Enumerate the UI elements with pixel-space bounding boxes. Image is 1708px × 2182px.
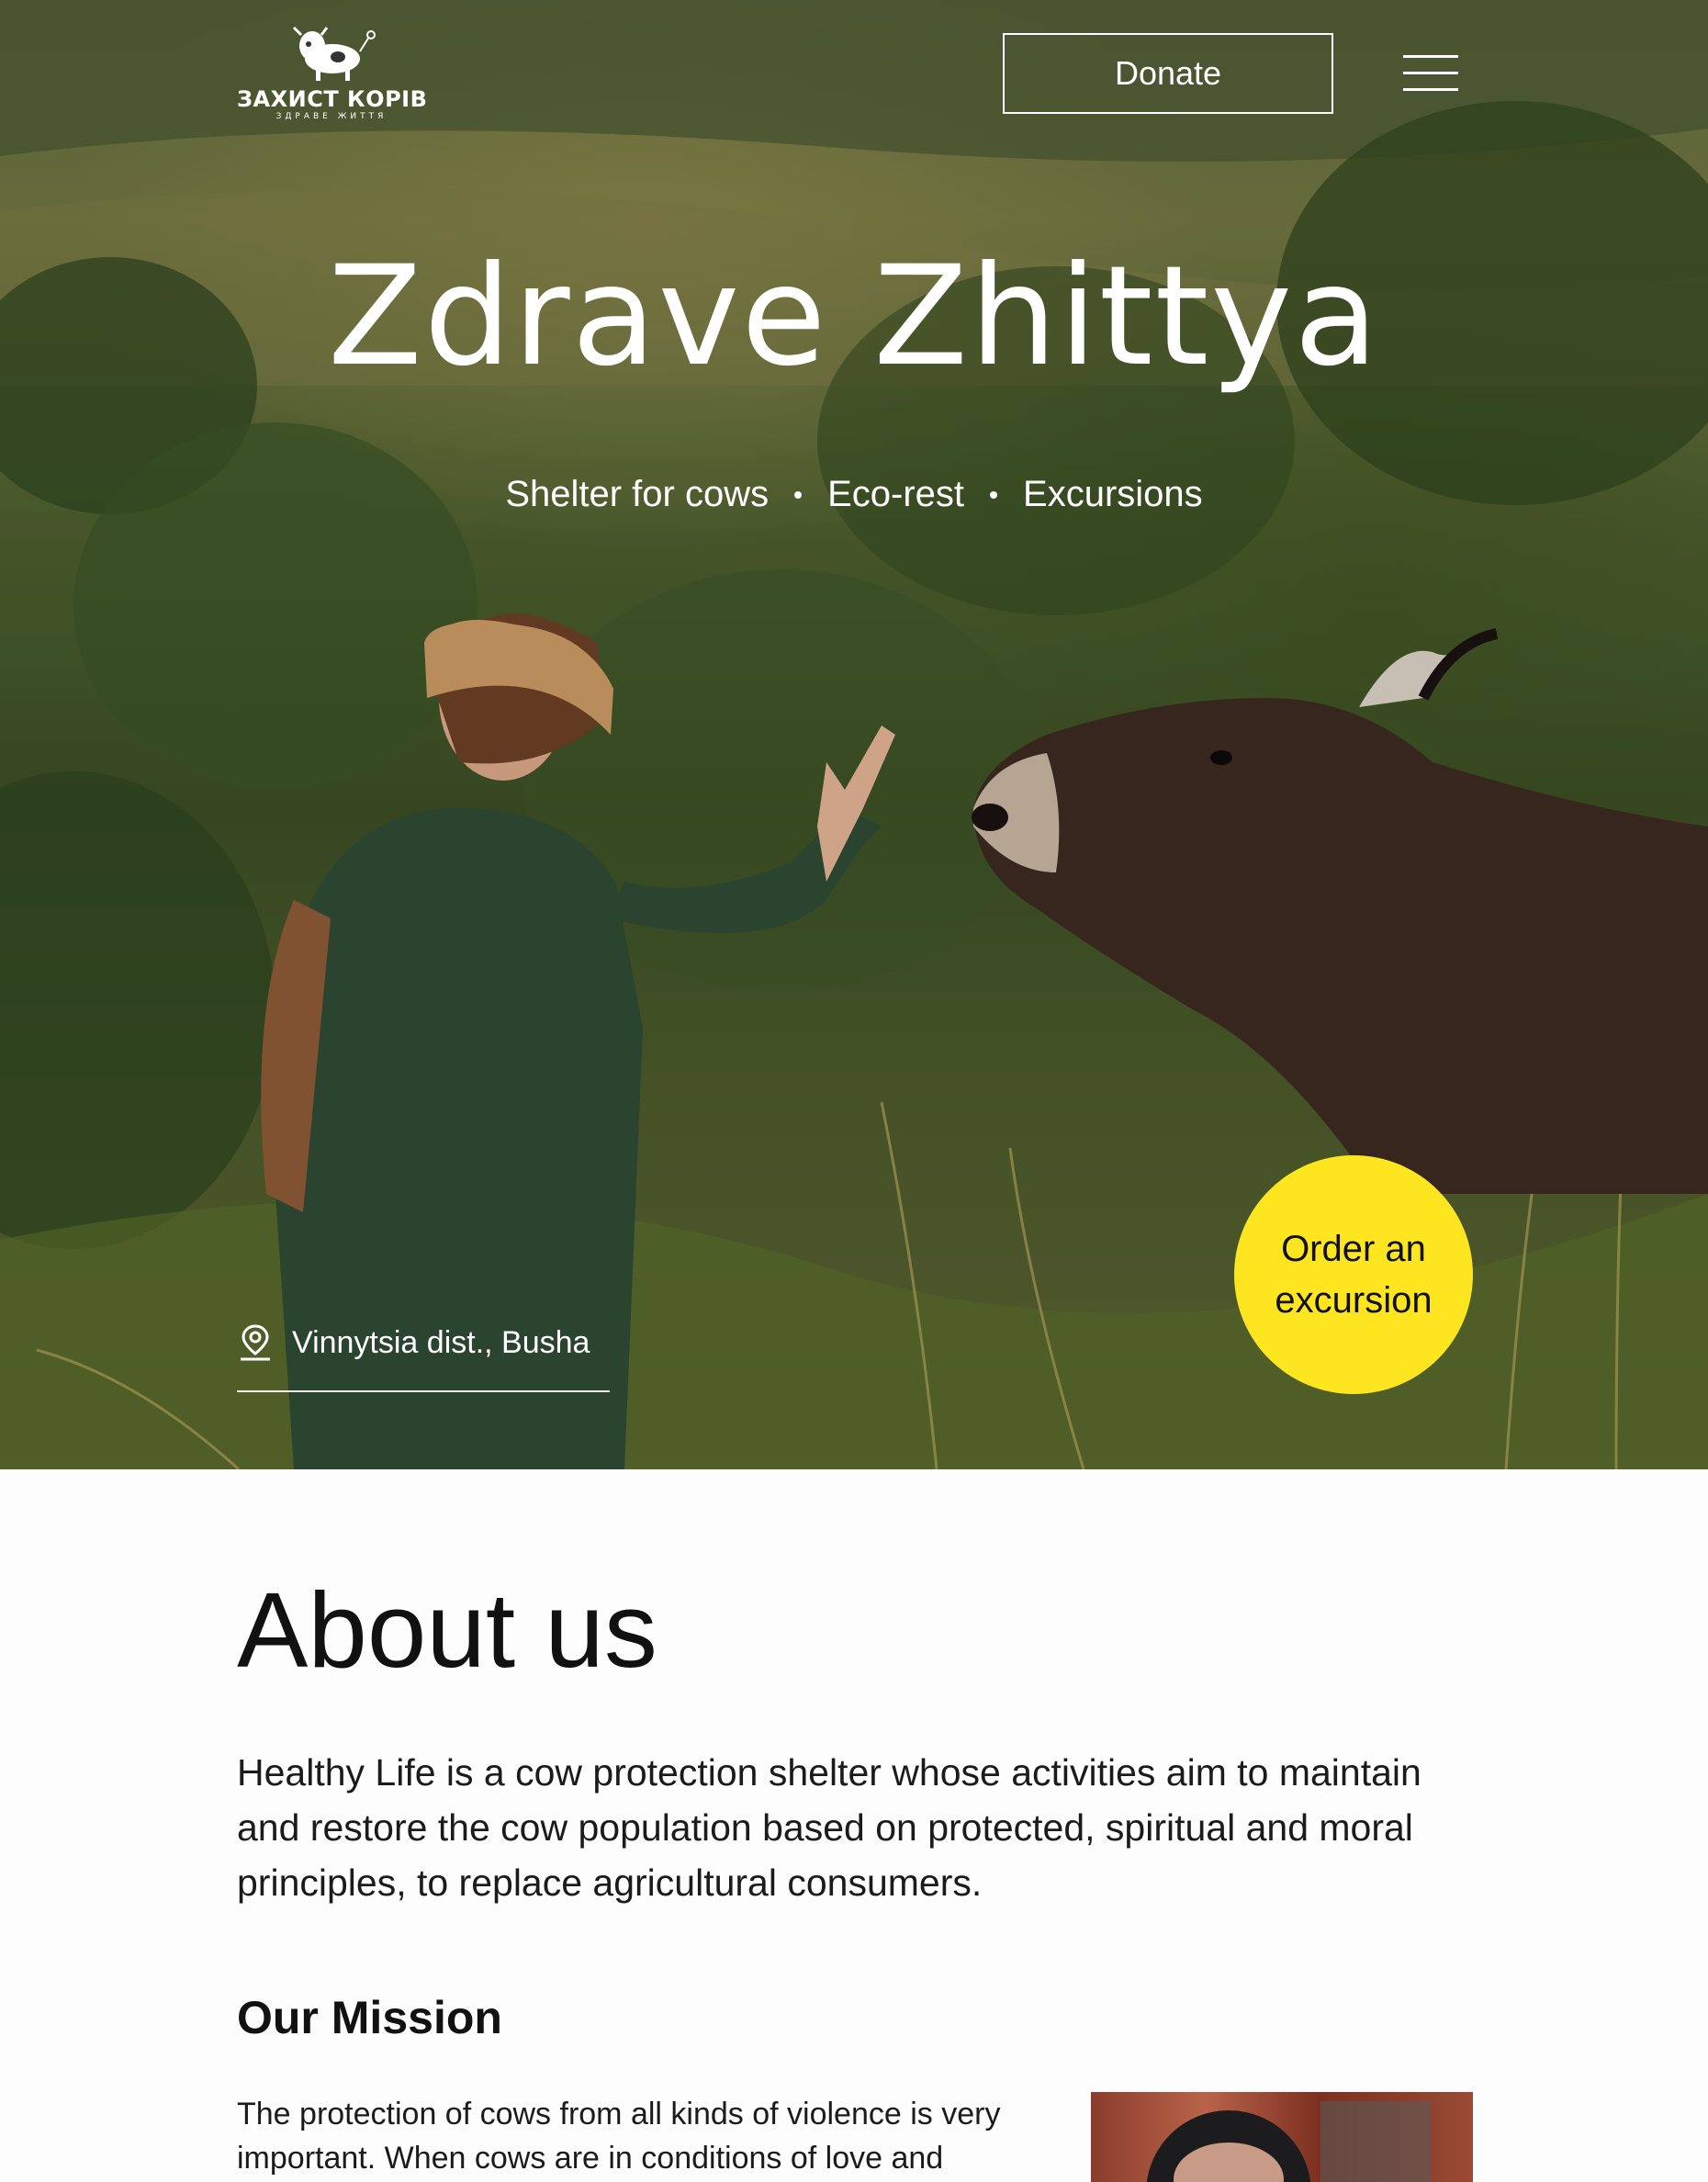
location-text: Vinnytsia dist., Busha	[292, 1325, 590, 1360]
about-text: Healthy Life is a cow protection shelter…	[237, 1751, 1421, 1904]
tagline-item-shelter: Shelter for cows	[505, 474, 770, 514]
logo-text: ЗАХИСТ КОРІВ	[237, 86, 428, 112]
separator-dot	[794, 490, 803, 499]
about-title: About us	[237, 1570, 657, 1690]
separator-dot	[990, 490, 998, 499]
hamburger-menu-icon[interactable]	[1403, 51, 1462, 94]
mission-text: The protection of cows from all kinds of…	[237, 2097, 1001, 2176]
mission-title: Our Mission	[237, 1992, 502, 2043]
logo-subtext: ЗДРАВЕ ЖИТТЯ	[275, 112, 388, 121]
cow-icon	[292, 26, 376, 81]
location-link[interactable]: Vinnytsia dist., Busha	[237, 1322, 610, 1392]
tagline-item-excursions: Excursions	[1023, 474, 1203, 514]
donate-button[interactable]: Donate	[1003, 33, 1333, 114]
hero-title: Zdrave Zhittya	[327, 237, 1381, 397]
logo[interactable]: ЗАХИСТ КОРІВ ЗДРАВЕ ЖИТТЯ	[237, 26, 428, 121]
mission-photo	[1091, 2092, 1473, 2182]
hero-tagline: Shelter for cows Eco-rest Excursions	[0, 474, 1708, 515]
hero-section: ЗАХИСТ КОРІВ ЗДРАВЕ ЖИТТЯ Donate Zdrave …	[0, 0, 1708, 1469]
map-pin-icon	[241, 1324, 270, 1361]
order-excursion-button[interactable]: Order an excursion	[1234, 1155, 1473, 1394]
tagline-item-eco-rest: Eco-rest	[827, 474, 965, 514]
